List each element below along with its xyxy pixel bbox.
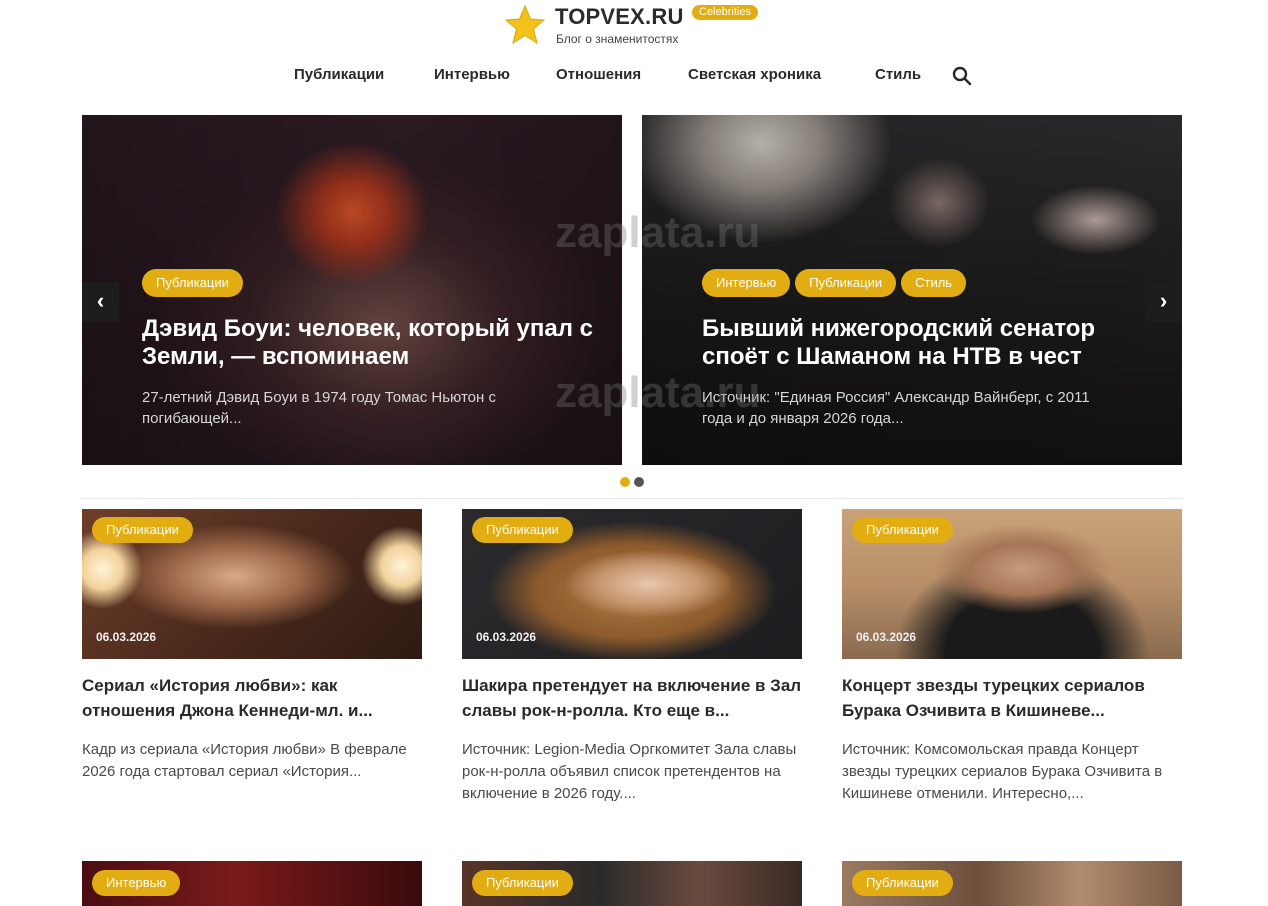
tag-publications[interactable]: Публикации: [142, 269, 243, 297]
slider-prev-button[interactable]: ‹: [82, 282, 119, 322]
site-name[interactable]: TOPVEX.RU: [555, 4, 684, 30]
slide-2-title[interactable]: Бывший нижегородский сенатор споёт с Шам…: [702, 315, 1162, 371]
slide-1-excerpt: 27-летний Дэвид Боуи в 1974 году Томас Н…: [142, 389, 496, 427]
nav-item-publications[interactable]: Публикации: [294, 66, 384, 83]
slide-2[interactable]: Интервью Публикации Стиль Бывший нижегор…: [642, 115, 1182, 465]
card-6-tag[interactable]: Публикации: [852, 870, 953, 896]
card-1-date: 06.03.2026: [96, 630, 157, 644]
article-card-6[interactable]: Публикации: [842, 861, 1182, 906]
tag-style[interactable]: Стиль: [901, 269, 967, 297]
card-3-excerpt: Источник: Комсомольская правда Концерт з…: [842, 741, 1163, 802]
card-2-title[interactable]: Шакира претендует на включение в Зал сла…: [462, 673, 802, 725]
card-1-excerpt: Кадр из сериала «История любви» В феврал…: [82, 741, 407, 780]
card-2-tag[interactable]: Публикации: [472, 517, 573, 543]
nav-item-relationships[interactable]: Отношения: [556, 66, 641, 83]
search-icon[interactable]: [952, 66, 972, 86]
slider-next-button[interactable]: ›: [1145, 282, 1182, 322]
slider-dot-2[interactable]: [634, 477, 644, 487]
tag-interviews[interactable]: Интервью: [702, 269, 791, 297]
article-card-3[interactable]: Публикации 06.03.2026 Концерт звезды тур…: [842, 509, 1182, 805]
slide-2-tags: Интервью Публикации Стиль: [702, 269, 967, 297]
article-card-4[interactable]: Интервью: [82, 861, 422, 906]
slide-1-tags: Публикации: [142, 269, 243, 297]
card-5-tag[interactable]: Публикации: [472, 870, 573, 896]
article-card-2[interactable]: Публикации 06.03.2026 Шакира претендует …: [462, 509, 802, 805]
card-3-tag[interactable]: Публикации: [852, 517, 953, 543]
site-tagline: Блог о знаменитостях: [556, 32, 679, 46]
slider-dots: [620, 477, 644, 487]
site-header: TOPVEX.RU Celebrities Блог о знаменитост…: [0, 0, 1268, 56]
slide-2-excerpt: Источник: "Единая Россия" Александр Вайн…: [702, 389, 1090, 427]
card-3-image[interactable]: Публикации 06.03.2026: [842, 509, 1182, 659]
card-4-tag[interactable]: Интервью: [92, 870, 181, 896]
card-2-excerpt: Источник: Legion-Media Оргкомитет Зала с…: [462, 741, 797, 802]
section-divider: [82, 498, 1182, 499]
nav-item-style[interactable]: Стиль: [875, 66, 921, 83]
tag-publications[interactable]: Публикации: [795, 269, 897, 297]
nav-item-society[interactable]: Светская хроника: [688, 66, 821, 83]
slide-1-title[interactable]: Дэвид Боуи: человек, который упал с Земл…: [142, 315, 602, 371]
main-nav: Публикации Интервью Отношения Светская х…: [0, 66, 1268, 90]
nav-item-interviews[interactable]: Интервью: [434, 66, 510, 83]
card-2-date: 06.03.2026: [476, 630, 537, 644]
card-1-tag[interactable]: Публикации: [92, 517, 193, 543]
card-3-date: 06.03.2026: [856, 630, 917, 644]
article-card-5[interactable]: Публикации: [462, 861, 802, 906]
card-1-title[interactable]: Сериал «История любви»: как отношения Дж…: [82, 673, 422, 725]
slide-1[interactable]: Публикации Дэвид Боуи: человек, который …: [82, 115, 622, 465]
article-card-1[interactable]: Публикации 06.03.2026 Сериал «История лю…: [82, 509, 422, 783]
card-2-image[interactable]: Публикации 06.03.2026: [462, 509, 802, 659]
site-badge: Celebrities: [692, 5, 758, 20]
card-3-title[interactable]: Концерт звезды турецких сериалов Бурака …: [842, 673, 1182, 725]
star-logo-icon[interactable]: [504, 4, 546, 46]
slider-dot-1[interactable]: [620, 477, 630, 487]
card-1-image[interactable]: Публикации 06.03.2026: [82, 509, 422, 659]
